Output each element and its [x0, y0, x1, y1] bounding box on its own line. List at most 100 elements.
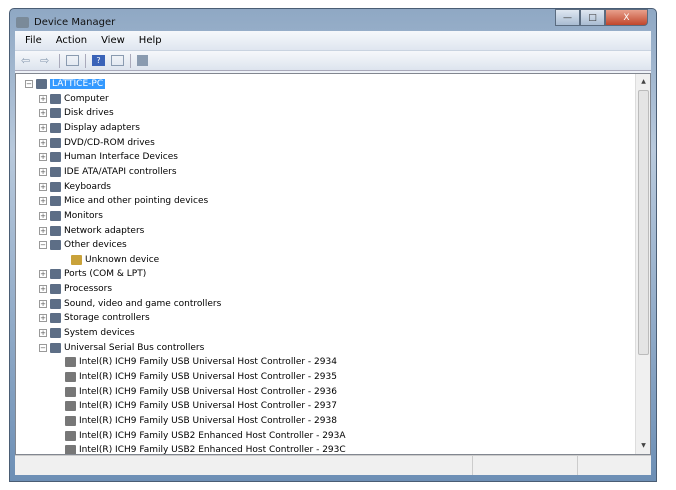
- tree-category[interactable]: + Display adapters: [39, 121, 140, 135]
- device-category-icon: [50, 240, 61, 251]
- scan-icon[interactable]: [137, 55, 148, 66]
- scroll-down-icon[interactable]: ▼: [637, 439, 650, 453]
- device-category-icon: [50, 269, 61, 280]
- device-category-icon: [50, 108, 61, 119]
- menu-action[interactable]: Action: [56, 35, 87, 46]
- tree-item-label: Mice and other pointing devices: [64, 196, 209, 207]
- expand-icon[interactable]: +: [39, 299, 47, 308]
- expand-icon[interactable]: +: [39, 270, 47, 279]
- tree-item-label: Display adapters: [64, 122, 140, 133]
- tree-category[interactable]: − Other devices: [39, 238, 127, 252]
- collapse-icon[interactable]: −: [25, 80, 33, 88]
- toolbar-separator: [59, 53, 60, 68]
- tree-item-label: System devices: [64, 328, 135, 339]
- maximize-button[interactable]: □: [580, 9, 605, 26]
- vertical-scrollbar[interactable]: ▲ ▼: [635, 74, 650, 454]
- tree-item-label: DVD/CD-ROM drives: [64, 137, 155, 148]
- device-category-icon: [50, 122, 61, 133]
- usb-icon: [65, 415, 76, 426]
- expand-icon[interactable]: +: [39, 123, 47, 132]
- forward-icon[interactable]: ⇨: [40, 55, 53, 66]
- help-icon[interactable]: ?: [92, 55, 105, 66]
- collapse-icon[interactable]: −: [39, 343, 47, 352]
- tree-device[interactable]: Intel(R) ICH9 Family USB Universal Host …: [65, 399, 337, 413]
- device-category-icon: [50, 284, 61, 295]
- tree-item-label: Processors: [64, 284, 113, 295]
- close-button[interactable]: X: [605, 9, 648, 26]
- device-manager-icon: [16, 16, 29, 28]
- device-category-icon: [50, 152, 61, 163]
- expand-icon[interactable]: +: [39, 167, 47, 176]
- properties-icon[interactable]: [66, 55, 79, 66]
- tree-device[interactable]: Intel(R) ICH9 Family USB Universal Host …: [65, 355, 337, 369]
- menu-help[interactable]: Help: [139, 35, 162, 46]
- tree-category[interactable]: + Human Interface Devices: [39, 150, 178, 164]
- scroll-thumb[interactable]: [638, 90, 649, 355]
- status-bar: [15, 455, 651, 475]
- tree-item-label: Storage controllers: [64, 313, 150, 324]
- tree-item-label: Keyboards: [64, 181, 111, 192]
- tree-item-label: Intel(R) ICH9 Family USB Universal Host …: [79, 415, 337, 426]
- expand-icon[interactable]: +: [39, 197, 47, 206]
- usb-icon: [65, 430, 76, 441]
- tree-device[interactable]: Unknown device: [71, 253, 159, 267]
- tree-item-label: Computer: [64, 93, 109, 104]
- toolbar: ⇦ ⇨ ?: [15, 51, 651, 71]
- tree-category[interactable]: + System devices: [39, 326, 135, 340]
- tree-root[interactable]: − LATTICE-PC: [25, 77, 106, 91]
- device-category-icon: [50, 93, 61, 104]
- tree-category[interactable]: + Sound, video and game controllers: [39, 297, 221, 311]
- tree-device[interactable]: Intel(R) ICH9 Family USB2 Enhanced Host …: [65, 429, 346, 443]
- expand-icon[interactable]: +: [39, 226, 47, 235]
- usb-icon: [65, 372, 76, 382]
- menu-view[interactable]: View: [101, 35, 125, 46]
- tree-item-label: Ports (COM & LPT): [64, 269, 147, 280]
- expand-icon[interactable]: +: [39, 211, 47, 220]
- device-category-icon: [50, 225, 61, 236]
- tree-category[interactable]: + Monitors: [39, 209, 103, 223]
- device-category-icon: [50, 298, 61, 309]
- device-category-icon: [50, 181, 61, 192]
- tree-item-label: Human Interface Devices: [64, 152, 178, 163]
- expand-icon[interactable]: +: [39, 138, 47, 147]
- collapse-icon[interactable]: −: [39, 241, 47, 250]
- tree-category[interactable]: + Processors: [39, 282, 112, 296]
- window-title: Device Manager: [34, 16, 116, 28]
- expand-icon[interactable]: +: [39, 153, 47, 162]
- tree-item-label: Intel(R) ICH9 Family USB2 Enhanced Host …: [79, 445, 346, 455]
- tree-item-label: Other devices: [64, 240, 127, 251]
- expand-icon[interactable]: +: [39, 109, 47, 118]
- tree-device[interactable]: Intel(R) ICH9 Family USB Universal Host …: [65, 414, 337, 428]
- tree-category[interactable]: + Ports (COM & LPT): [39, 267, 146, 281]
- tree-category[interactable]: + Keyboards: [39, 180, 111, 194]
- tree-device[interactable]: Intel(R) ICH9 Family USB2 Enhanced Host …: [65, 443, 346, 455]
- tree-item-label: Universal Serial Bus controllers: [64, 342, 205, 353]
- tree-category[interactable]: − Universal Serial Bus controllers: [39, 341, 204, 355]
- tree-device[interactable]: Intel(R) ICH9 Family USB Universal Host …: [65, 385, 337, 399]
- menu-file[interactable]: File: [25, 35, 42, 46]
- view-icon[interactable]: [111, 55, 124, 66]
- scroll-up-icon[interactable]: ▲: [637, 75, 650, 89]
- expand-icon[interactable]: +: [39, 285, 47, 294]
- tree-item-label: Monitors: [64, 210, 103, 221]
- tree-category[interactable]: + Storage controllers: [39, 311, 150, 325]
- tree-category[interactable]: + Computer: [39, 92, 109, 106]
- tree-category[interactable]: + Network adapters: [39, 224, 144, 238]
- expand-icon[interactable]: +: [39, 329, 47, 338]
- back-icon[interactable]: ⇦: [21, 55, 34, 66]
- device-category-icon: [50, 196, 61, 207]
- tree-category[interactable]: + Disk drives: [39, 106, 114, 120]
- tree-category[interactable]: + DVD/CD-ROM drives: [39, 136, 155, 150]
- unknown-device-icon: [71, 254, 82, 265]
- minimize-button[interactable]: —: [555, 9, 580, 26]
- expand-icon[interactable]: +: [39, 314, 47, 323]
- tree-category[interactable]: + IDE ATA/ATAPI controllers: [39, 165, 177, 179]
- tree-category[interactable]: + Mice and other pointing devices: [39, 194, 208, 208]
- expand-icon[interactable]: +: [39, 94, 47, 103]
- tree-item-label: Intel(R) ICH9 Family USB Universal Host …: [79, 386, 337, 397]
- device-category-icon: [50, 342, 61, 353]
- tree-device[interactable]: Intel(R) ICH9 Family USB Universal Host …: [65, 370, 337, 384]
- device-category-icon: [50, 313, 61, 324]
- device-category-icon: [50, 137, 61, 148]
- expand-icon[interactable]: +: [39, 182, 47, 191]
